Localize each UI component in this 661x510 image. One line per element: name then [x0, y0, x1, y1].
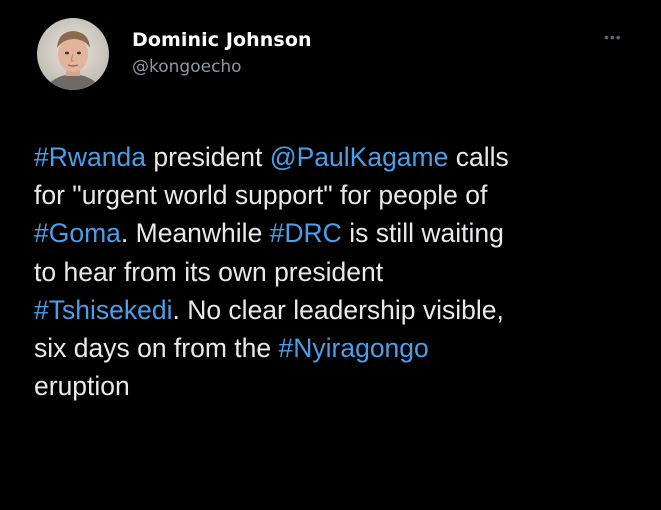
tweet-line: to hear from its own president — [34, 253, 649, 291]
mention-link[interactable]: @PaulKagame — [270, 142, 449, 172]
tweet-card: Dominic Johnson @kongoecho ••• #Rwanda p… — [0, 0, 661, 510]
tweet-text-segment: eruption — [34, 371, 130, 402]
author-handle[interactable]: @kongoecho — [132, 56, 312, 78]
tweet-text-segment: calls — [448, 142, 509, 172]
hashtag-link[interactable]: #Goma — [34, 218, 121, 248]
tweet-line: #Goma. Meanwhile #DRC is still waiting — [34, 214, 649, 252]
tweet-line: #Tshisekedi. No clear leadership visible… — [34, 291, 649, 329]
more-dots-icon[interactable]: ••• — [604, 30, 622, 44]
author-info: Dominic Johnson @kongoecho — [132, 28, 312, 78]
tweet-line: for "urgent world support" for people of — [34, 176, 649, 214]
avatar[interactable] — [37, 18, 109, 90]
tweet-line: six days on from the #Nyiragongo — [34, 329, 649, 367]
tweet-text-segment: to hear from its own president — [34, 256, 384, 287]
tweet-text-segment: is still waiting — [341, 218, 504, 249]
tweet-text-segment: . Meanwhile — [120, 218, 270, 249]
avatar-image — [37, 18, 109, 90]
tweet-text-segment: . No clear leadership visible, — [172, 294, 504, 325]
hashtag-link[interactable]: #Rwanda — [34, 142, 146, 172]
tweet-text-segment: six days on from the — [34, 332, 279, 363]
tweet-text-segment: president — [145, 142, 270, 172]
tweet-text: #Rwanda president @PaulKagame calls for "… — [34, 138, 649, 405]
hashtag-link[interactable]: #DRC — [270, 218, 342, 248]
author-display-name[interactable]: Dominic Johnson — [132, 28, 312, 52]
hashtag-link[interactable]: #Tshisekedi — [34, 295, 172, 325]
tweet-line: eruption — [34, 367, 649, 405]
hashtag-link[interactable]: #Nyiragongo — [279, 333, 429, 363]
tweet-text-segment: for "urgent world support" for people of — [34, 180, 488, 211]
tweet-line: #Rwanda president @PaulKagame calls — [34, 138, 649, 176]
